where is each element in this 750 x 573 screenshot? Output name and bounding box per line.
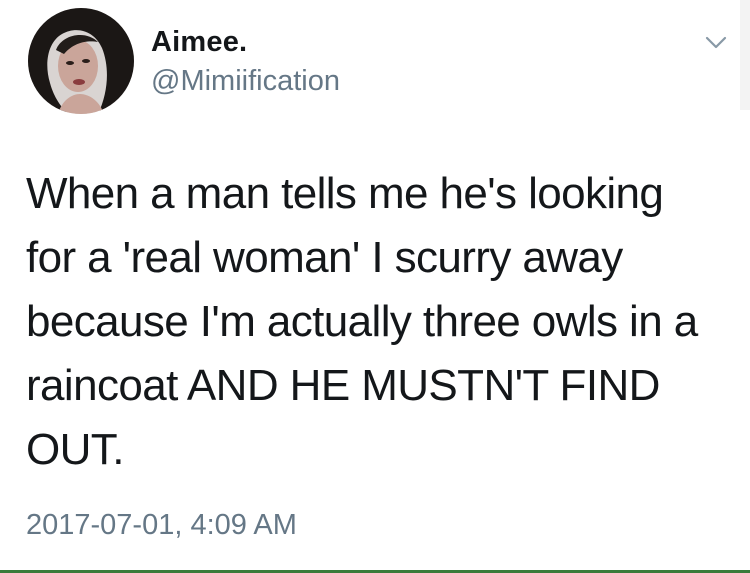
tweet-menu-button[interactable] [700,30,732,54]
chevron-down-icon [705,36,727,49]
profile-photo-icon [28,8,134,114]
author-avatar[interactable] [28,8,134,114]
author-handle[interactable]: @Mimiification [151,64,340,98]
tweet-card: Aimee. @Mimiification When a man tells m… [0,0,750,573]
scrollbar[interactable] [740,0,750,110]
tweet-text: When a man tells me he's looking for a '… [26,169,698,474]
author-display-name[interactable]: Aimee. [151,26,247,58]
tweet-timestamp[interactable]: 2017-07-01, 4:09 AM [26,508,297,542]
